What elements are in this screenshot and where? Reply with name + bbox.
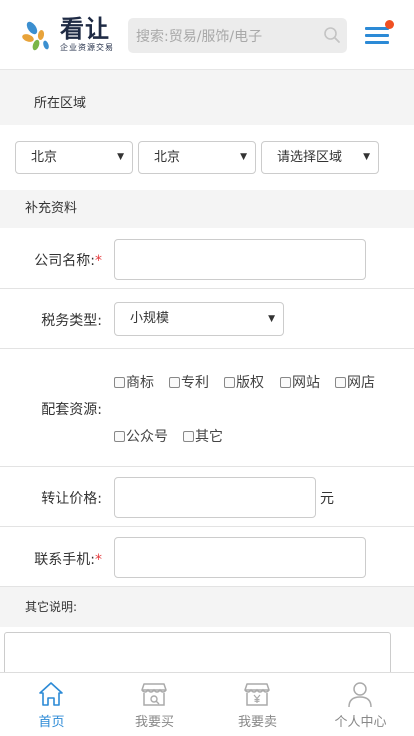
checkbox-icon[interactable] [280, 377, 291, 388]
search-icon[interactable] [323, 26, 341, 44]
required-mark: * [95, 552, 102, 568]
tab-sell-label: 我要卖 [237, 715, 277, 730]
phone-row: 联系手机:* [0, 527, 414, 587]
company-name-label: 公司名称:* [34, 253, 102, 269]
dropdown-arrow-icon: ▼ [117, 152, 124, 162]
notification-dot [385, 20, 394, 29]
tax-type-label: 税务类型: [41, 313, 102, 329]
phone-input[interactable] [114, 537, 366, 578]
price-input[interactable] [114, 477, 316, 518]
phone-label: 联系手机:* [34, 552, 102, 568]
tab-buy[interactable]: 我要买 [103, 673, 206, 736]
region-section-title: 所在区域 [0, 70, 414, 125]
tab-profile[interactable]: 个人中心 [309, 673, 412, 736]
resource-checkbox-trademark[interactable]: 商标 [114, 372, 154, 392]
bottom-tab-bar: 首页 我要买 我要卖 个人中心 [0, 672, 414, 736]
province-select[interactable]: 北京 ▼ [15, 141, 133, 174]
tab-home-label: 首页 [38, 715, 65, 730]
resource-checkbox-website[interactable]: 网站 [280, 372, 320, 392]
tax-type-row: 税务类型: 小规模 ▼ [0, 289, 414, 349]
checkbox-icon[interactable] [169, 377, 180, 388]
tab-profile-label: 个人中心 [334, 715, 387, 730]
menu-bar-icon [365, 41, 389, 44]
city-value: 北京 [154, 150, 181, 165]
checkbox-icon[interactable] [114, 431, 125, 442]
resource-checkbox-copyright[interactable]: 版权 [224, 372, 264, 392]
dropdown-arrow-icon: ▼ [268, 314, 275, 324]
company-name-input[interactable] [114, 239, 366, 280]
province-value: 北京 [31, 150, 58, 165]
checkbox-icon[interactable] [335, 377, 346, 388]
menu-bar-icon [365, 34, 389, 37]
tab-sell[interactable]: 我要卖 [206, 673, 309, 736]
logo-subtitle: 企业资源交易 [60, 43, 114, 52]
dropdown-arrow-icon: ▼ [240, 152, 247, 162]
top-header: 看让 企业资源交易 搜索:贸易/服饰/电子 [0, 0, 414, 70]
other-section-title: 其它说明: [0, 587, 414, 627]
shop-search-icon [141, 683, 167, 706]
checkbox-icon[interactable] [183, 431, 194, 442]
search-input[interactable]: 搜索:贸易/服饰/电子 [128, 18, 347, 53]
tax-type-select[interactable]: 小规模 ▼ [114, 302, 284, 336]
checkbox-icon[interactable] [114, 377, 125, 388]
district-value: 请选择区域 [277, 150, 343, 165]
logo-name: 看让 [60, 15, 110, 43]
checkbox-icon[interactable] [224, 377, 235, 388]
price-unit: 元 [320, 491, 334, 507]
resource-checkbox-online-store[interactable]: 网店 [335, 372, 375, 392]
logo[interactable]: 看让 企业资源交易 [22, 16, 118, 56]
dropdown-arrow-icon: ▼ [363, 152, 370, 162]
home-icon [39, 682, 63, 706]
resource-checkbox-patent[interactable]: 专利 [169, 372, 209, 392]
tab-buy-label: 我要买 [134, 715, 174, 730]
tax-type-value: 小规模 [130, 311, 170, 326]
price-label: 转让价格: [41, 491, 102, 507]
shop-yen-icon [244, 683, 270, 706]
search-placeholder: 搜索:贸易/服饰/电子 [136, 29, 263, 45]
price-row: 转让价格: 元 [0, 467, 414, 527]
tab-home[interactable]: 首页 [0, 673, 103, 736]
required-mark: * [95, 253, 102, 269]
menu-button[interactable] [363, 20, 394, 50]
district-select[interactable]: 请选择区域 ▼ [261, 141, 379, 174]
user-icon [348, 682, 372, 708]
resource-checkbox-public-account[interactable]: 公众号 [114, 426, 168, 446]
city-select[interactable]: 北京 ▼ [138, 141, 256, 174]
logo-mark-icon [22, 21, 49, 51]
extra-section-title: 补充资料 [0, 190, 414, 228]
resource-checkbox-other[interactable]: 其它 [183, 426, 223, 446]
resources-label: 配套资源: [41, 402, 102, 418]
company-name-row: 公司名称:* [0, 228, 414, 289]
resources-row: 配套资源: 商标 专利 版权 网站 网店 公众号 其它 [0, 349, 414, 467]
